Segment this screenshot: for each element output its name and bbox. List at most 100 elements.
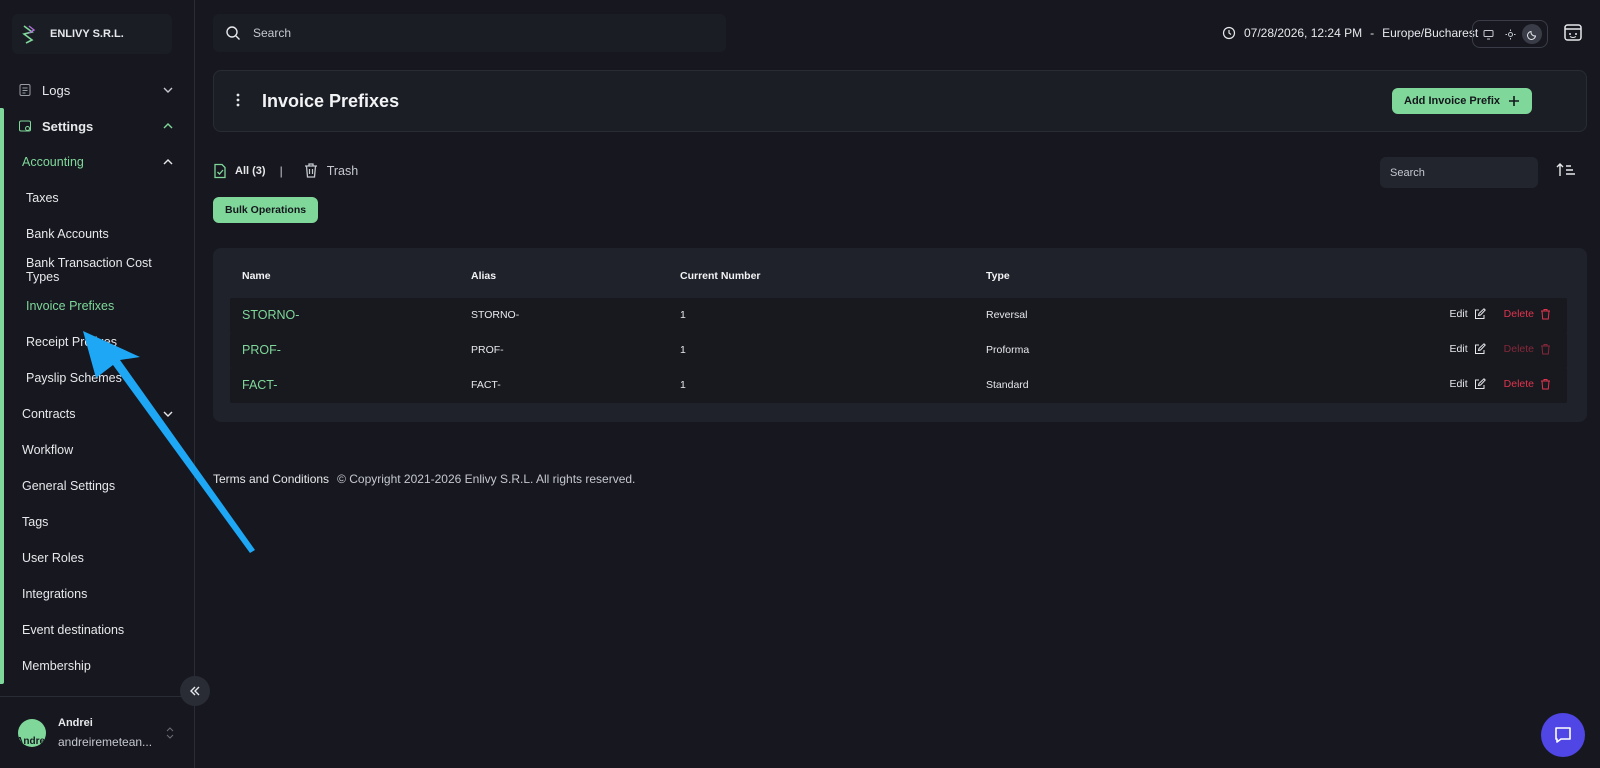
global-search[interactable] bbox=[213, 14, 726, 52]
datetime-display: 07/28/2026, 12:24 PM - Europe/Bucharest bbox=[1222, 26, 1478, 40]
delete-button[interactable]: Delete bbox=[1504, 343, 1551, 355]
settings-group: Settings Accounting Taxes Bank Accounts … bbox=[0, 108, 194, 684]
prefix-name-link[interactable]: PROF- bbox=[242, 343, 281, 357]
copyright-text: © Copyright 2021-2026 Enlivy S.R.L. All … bbox=[337, 472, 636, 486]
chat-button[interactable] bbox=[1541, 713, 1585, 757]
filter-separator: | bbox=[279, 163, 283, 178]
sidebar-item-bank-transaction-cost-types[interactable]: Bank Transaction Cost Types bbox=[0, 252, 194, 288]
sidebar-item-workflow[interactable]: Workflow bbox=[0, 432, 194, 468]
delete-button[interactable]: Delete bbox=[1504, 378, 1551, 390]
prefix-name-link[interactable]: FACT- bbox=[242, 378, 277, 392]
brand-switcher[interactable]: ENLIVY S.R.L. bbox=[12, 14, 172, 54]
page-footer: Terms and Conditions © Copyright 2021-20… bbox=[213, 472, 635, 486]
prefix-type: Reversal bbox=[986, 309, 1028, 321]
edit-icon bbox=[1474, 343, 1486, 355]
table-header: Name Alias Current Number Type bbox=[213, 270, 1587, 290]
sidebar-item-tags[interactable]: Tags bbox=[0, 504, 194, 540]
edit-icon bbox=[1474, 308, 1486, 320]
terms-link[interactable]: Terms and Conditions bbox=[213, 472, 329, 486]
user-menu[interactable]: Andrei Andrei andreiremetean... bbox=[0, 696, 194, 768]
row-actions: Edit Delete bbox=[1450, 378, 1551, 390]
chevron-down-icon bbox=[162, 84, 174, 96]
brand-name: ENLIVY S.R.L. bbox=[50, 28, 124, 40]
table-row: FACT- FACT- 1 Standard Edit Delete bbox=[230, 368, 1567, 403]
sidebar-item-membership[interactable]: Membership bbox=[0, 648, 194, 684]
calendar-icon[interactable] bbox=[1563, 22, 1583, 42]
trash-icon bbox=[1540, 378, 1551, 390]
prefix-alias: PROF- bbox=[471, 344, 504, 356]
prefix-type: Standard bbox=[986, 379, 1029, 391]
delete-button[interactable]: Delete bbox=[1504, 308, 1551, 320]
sidebar-item-label: Accounting bbox=[22, 155, 84, 169]
sidebar-item-settings[interactable]: Settings bbox=[0, 108, 194, 144]
sidebar-item-receipt-prefixes[interactable]: Receipt Prefixes bbox=[0, 324, 194, 360]
edit-button[interactable]: Edit bbox=[1450, 343, 1486, 355]
page-title: Invoice Prefixes bbox=[262, 91, 400, 111]
tab-trash-label: Trash bbox=[326, 163, 359, 178]
sun-icon[interactable] bbox=[1500, 24, 1520, 44]
file-check-icon bbox=[213, 163, 227, 179]
trash-icon bbox=[1540, 308, 1551, 320]
sidebar-item-contracts[interactable]: Contracts bbox=[0, 396, 194, 432]
chevron-down-icon bbox=[162, 408, 174, 420]
chat-icon bbox=[1553, 725, 1573, 745]
sidebar-item-label: Contracts bbox=[22, 407, 76, 421]
row-actions: Edit Delete bbox=[1450, 308, 1551, 320]
sidebar-item-user-roles[interactable]: User Roles bbox=[0, 540, 194, 576]
sidebar-item-taxes[interactable]: Taxes bbox=[0, 180, 194, 216]
edit-label: Edit bbox=[1449, 343, 1468, 355]
edit-label: Edit bbox=[1449, 378, 1468, 390]
edit-button[interactable]: Edit bbox=[1450, 378, 1486, 390]
edit-icon bbox=[1474, 378, 1486, 390]
sort-icon[interactable] bbox=[1556, 162, 1576, 178]
filter-tabs: All (3) | Trash bbox=[213, 162, 358, 179]
user-name: Andrei bbox=[58, 716, 93, 729]
current-datetime: 07/28/2026, 12:24 PM bbox=[1244, 26, 1363, 40]
table-search[interactable] bbox=[1380, 157, 1538, 188]
double-chevron-left-icon bbox=[188, 684, 202, 698]
global-search-input[interactable] bbox=[253, 26, 693, 40]
monitor-icon[interactable] bbox=[1478, 24, 1498, 44]
sidebar-item-label: Settings bbox=[42, 118, 94, 134]
sidebar: ENLIVY S.R.L. Logs Settings Accounting T… bbox=[0, 0, 195, 768]
chevron-up-icon bbox=[162, 156, 174, 168]
bulk-operations-button[interactable]: Bulk Operations bbox=[213, 197, 319, 223]
column-header-name: Name bbox=[242, 270, 271, 282]
sidebar-item-integrations[interactable]: Integrations bbox=[0, 576, 194, 612]
tab-all[interactable]: All (3) bbox=[213, 163, 266, 179]
edit-label: Edit bbox=[1449, 308, 1468, 320]
row-actions: Edit Delete bbox=[1450, 343, 1551, 355]
more-vertical-icon[interactable] bbox=[236, 92, 240, 108]
logs-icon bbox=[18, 83, 32, 97]
sidebar-item-invoice-prefixes[interactable]: Invoice Prefixes bbox=[0, 288, 194, 324]
user-info: Andrei andreiremetean... bbox=[58, 717, 152, 749]
prefix-current-number: 1 bbox=[680, 309, 686, 321]
sidebar-item-event-destinations[interactable]: Event destinations bbox=[0, 612, 194, 648]
edit-button[interactable]: Edit bbox=[1450, 308, 1486, 320]
sidebar-item-bank-accounts[interactable]: Bank Accounts bbox=[0, 216, 194, 252]
add-invoice-prefix-button[interactable]: Add Invoice Prefix bbox=[1392, 88, 1532, 114]
sidebar-item-payslip-schemes[interactable]: Payslip Schemes bbox=[0, 360, 194, 396]
collapse-sidebar-button[interactable] bbox=[180, 676, 210, 706]
search-icon bbox=[225, 25, 241, 41]
sidebar-item-general-settings[interactable]: General Settings bbox=[0, 468, 194, 504]
column-header-current-number: Current Number bbox=[680, 270, 761, 282]
tab-all-label: All (3) bbox=[235, 164, 266, 177]
table-search-input[interactable] bbox=[1390, 166, 1530, 179]
column-header-type: Type bbox=[986, 270, 1010, 282]
plus-icon bbox=[1508, 95, 1520, 107]
delete-label: Delete bbox=[1503, 378, 1534, 390]
sidebar-nav: Logs Settings Accounting Taxes Bank Acco… bbox=[0, 72, 194, 684]
sidebar-item-logs[interactable]: Logs bbox=[0, 72, 194, 108]
moon-icon[interactable] bbox=[1522, 24, 1542, 44]
prefix-current-number: 1 bbox=[680, 379, 686, 391]
sidebar-item-accounting[interactable]: Accounting bbox=[0, 144, 194, 180]
theme-switcher bbox=[1472, 20, 1548, 48]
avatar: Andrei bbox=[18, 718, 46, 747]
tab-trash[interactable]: Trash bbox=[303, 162, 359, 179]
prefix-name-link[interactable]: STORNO- bbox=[242, 308, 299, 322]
chevron-up-icon bbox=[162, 120, 174, 132]
user-email: andreiremetean... bbox=[58, 734, 153, 749]
page-header: Invoice Prefixes Add Invoice Prefix bbox=[213, 70, 1587, 132]
prefix-type: Proforma bbox=[986, 344, 1030, 356]
